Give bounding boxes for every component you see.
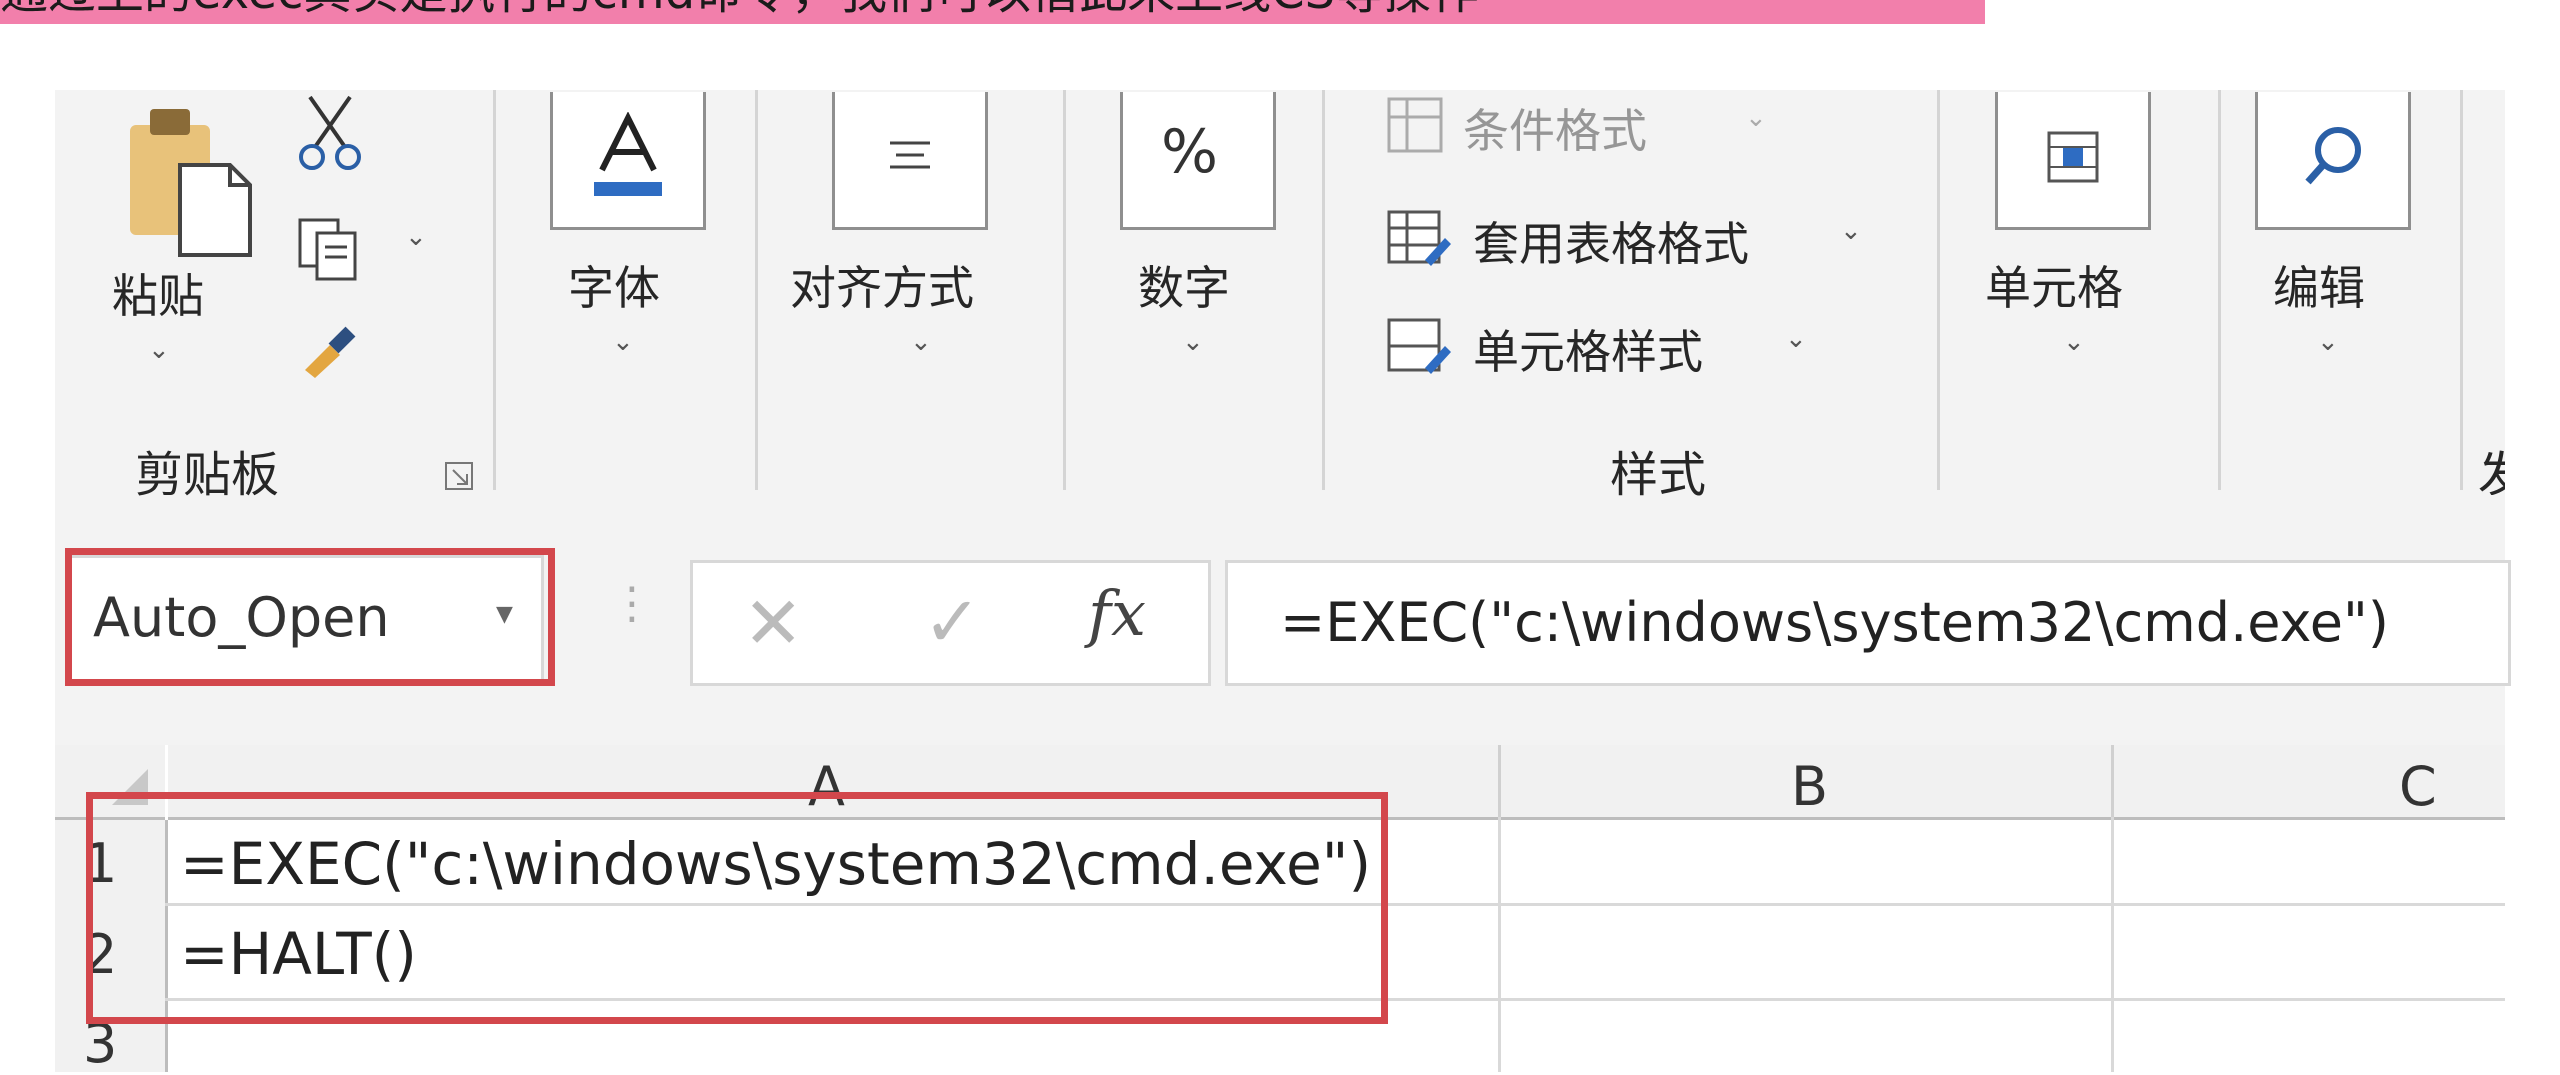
insert-function-icon[interactable]: fx: [1088, 577, 1146, 650]
column-gridline: [1498, 817, 1501, 1072]
cell-styles-icon: [1387, 318, 1451, 374]
paste-icon: [130, 109, 252, 257]
partial-group-label: 发: [2478, 447, 2505, 495]
paste-button[interactable]: 粘贴 ⌄: [100, 95, 270, 395]
column-gridline: [2111, 817, 2114, 1072]
chevron-down-icon: ⌄: [612, 327, 634, 357]
column-header-c-label: C: [2399, 755, 2437, 818]
partial-group-label-clip: 发: [2478, 435, 2505, 495]
search-icon: [2305, 127, 2361, 185]
group-separator: [1322, 90, 1325, 490]
cells-highlight: [86, 792, 1388, 1024]
editing-label: 编辑: [2273, 261, 2365, 315]
chevron-down-icon: ⌄: [2317, 327, 2339, 357]
font-label: 字体: [568, 261, 660, 315]
editing-icon-box: [2255, 92, 2411, 230]
group-separator: [493, 90, 496, 490]
conditional-format-label: 条件格式: [1463, 104, 1647, 158]
group-separator: [755, 90, 758, 490]
font-icon-box: [550, 92, 706, 230]
cells-group-button[interactable]: 单元格 ⌄: [1985, 92, 2175, 392]
copy-icon[interactable]: [295, 215, 365, 285]
group-separator: [1937, 90, 1940, 490]
chevron-down-icon: ⌄: [148, 335, 170, 365]
drag-handle-icon[interactable]: ⋮: [610, 578, 654, 629]
cell-styles-button[interactable]: 单元格样式 ⌄: [1385, 316, 1845, 386]
chevron-down-icon: ⌄: [1182, 327, 1204, 357]
formula-buttons: ✕ ✓ fx: [690, 560, 1211, 686]
chevron-down-icon: ⌄: [910, 327, 932, 357]
align-center-icon: [890, 141, 930, 169]
alignment-icon-box: [832, 92, 988, 230]
enter-check-icon[interactable]: ✓: [923, 581, 982, 663]
styles-group-label: 样式: [1610, 447, 1707, 503]
font-group-button[interactable]: 字体 ⌄: [550, 92, 710, 392]
cut-icon[interactable]: [290, 92, 370, 172]
format-as-table-label: 套用表格格式: [1473, 217, 1749, 271]
chevron-down-icon: ⌄: [2063, 327, 2085, 357]
copy-dropdown-chevron-icon[interactable]: ⌄: [405, 222, 427, 252]
caption-text: 通过上的exec其实是执行的cmd命令，我们可以借此来上线CS等操作: [0, 0, 1479, 18]
group-separator: [1063, 90, 1066, 490]
number-icon-box: %: [1120, 92, 1276, 230]
column-header-b-label: B: [1791, 755, 1829, 818]
chevron-down-icon: ⌄: [1745, 103, 1767, 133]
paste-label: 粘贴: [112, 269, 204, 323]
alignment-group-button[interactable]: 对齐方式 ⌄: [790, 92, 1040, 392]
cells-icon: [2047, 131, 2099, 183]
alignment-label: 对齐方式: [790, 261, 974, 315]
dialog-launcher-icon[interactable]: [443, 460, 475, 492]
format-painter-icon[interactable]: [295, 320, 365, 380]
format-as-table-icon: [1387, 210, 1451, 266]
number-group-button[interactable]: % 数字 ⌄: [1120, 92, 1280, 392]
name-box-highlight: [65, 548, 555, 686]
clipboard-group-label: 剪贴板: [135, 447, 280, 503]
group-separator: [2460, 90, 2463, 490]
column-header-b[interactable]: B: [1501, 745, 2114, 820]
number-label: 数字: [1138, 261, 1230, 315]
cancel-icon[interactable]: ✕: [743, 581, 803, 665]
cells-icon-box: [1995, 92, 2151, 230]
cells-label: 单元格: [1985, 261, 2123, 315]
column-header-c[interactable]: C: [2114, 745, 2505, 820]
chevron-down-icon: ⌄: [1785, 324, 1807, 354]
group-separator: [2218, 90, 2221, 490]
conditional-format-button[interactable]: 条件格式 ⌄: [1385, 95, 1805, 165]
percent-icon: %: [1161, 117, 1219, 187]
conditional-format-icon: [1387, 97, 1443, 153]
formula-input[interactable]: =EXEC("c:\windows\system32\cmd.exe"): [1225, 560, 2511, 686]
font-color-icon: [594, 112, 662, 196]
chevron-down-icon: ⌄: [1840, 216, 1862, 246]
format-as-table-button[interactable]: 套用表格格式 ⌄: [1385, 208, 1905, 278]
caption-banner: 通过上的exec其实是执行的cmd命令，我们可以借此来上线CS等操作: [0, 0, 1985, 24]
cell-styles-label: 单元格样式: [1473, 325, 1703, 379]
formula-text: =EXEC("c:\windows\system32\cmd.exe"): [1280, 591, 2389, 654]
editing-group-button[interactable]: 编辑 ⌄: [2255, 92, 2415, 392]
